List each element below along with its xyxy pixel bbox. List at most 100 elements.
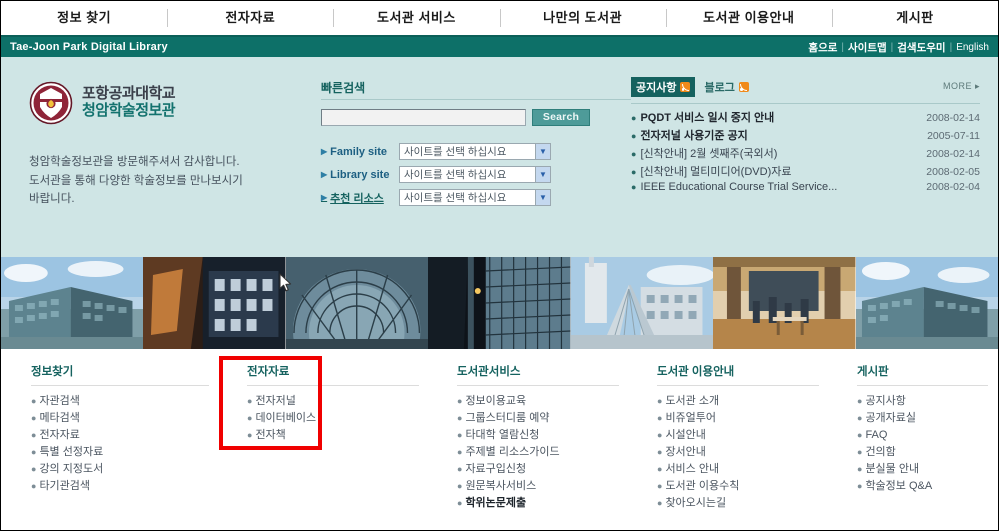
sitemap-link-label: 장서안내 bbox=[665, 446, 706, 458]
bullet-icon: ● bbox=[631, 182, 637, 192]
welcome-line-1: 청암학술정보관을 방문해주셔서 감사합니다. bbox=[29, 156, 240, 168]
sitemap-column-info-search: 정보찾기 ● 자관검색 ● 메타검색 ● 전자자료 ● 특별 선정자료 ● 강의 지정도서… bbox=[1, 363, 219, 522]
sitemap-link[interactable]: ● 장서안내 bbox=[657, 444, 829, 461]
notice-date: 2008-02-05 bbox=[926, 166, 980, 178]
bullet-icon: ● bbox=[457, 498, 463, 508]
page-root: 정보 찾기 전자자료 도서관 서비스 나만의 도서관 도서관 이용안내 게시판 … bbox=[0, 0, 999, 531]
nav-item-bulletin-board[interactable]: 게시판 bbox=[831, 1, 998, 35]
sitemap-link[interactable]: ● 공개자료실 bbox=[857, 410, 998, 427]
more-link[interactable]: MORE ▸ bbox=[943, 81, 980, 92]
sitemap-link[interactable]: ● 공지사항 bbox=[857, 393, 998, 410]
sitemap-link-label: 자료구입신청 bbox=[465, 463, 527, 475]
sitemap-link[interactable]: ● 그룹스터디룸 예약 bbox=[457, 410, 629, 427]
bullet-icon: ● bbox=[631, 131, 637, 141]
sitemap-link-label: 공개자료실 bbox=[865, 412, 917, 424]
quick-search-title: 빠른검색 bbox=[321, 81, 366, 95]
sitemap-link[interactable]: ● 서비스 안내 bbox=[657, 461, 829, 478]
notice-title: [신착안내] 2월 셋째주(국외서) bbox=[640, 148, 778, 160]
recommended-resources-dropdown[interactable]: 사이트를 선택 하십시요 ▼ bbox=[399, 189, 551, 206]
sitemap-link[interactable]: ● 전자저널 bbox=[247, 393, 429, 410]
sitemap-link[interactable]: ● 특별 선정자료 bbox=[31, 444, 219, 461]
notice-item[interactable]: ● [신착안내] 2월 셋째주(국외서) 2008-02-14 bbox=[631, 145, 980, 161]
library-site-dropdown[interactable]: 사이트를 선택 하십시요 ▼ bbox=[399, 166, 551, 183]
logo-line-library: 청암학술정보관 bbox=[82, 102, 176, 119]
sitemap-link[interactable]: ● 타기관검색 bbox=[31, 478, 219, 495]
bullet-icon: ● bbox=[457, 464, 463, 474]
bullet-icon: ● bbox=[457, 413, 463, 423]
sitemap-link[interactable]: ● 자관검색 bbox=[31, 393, 219, 410]
divider bbox=[321, 99, 631, 100]
sitemap-list: ● 전자저널 ● 데이터베이스 ● 전자책 bbox=[247, 393, 429, 444]
utility-link-english[interactable]: English bbox=[956, 42, 989, 53]
sitemap-link[interactable]: ● 메타검색 bbox=[31, 410, 219, 427]
bullet-icon: ● bbox=[857, 413, 863, 423]
bullet-icon: ● bbox=[657, 447, 663, 457]
sitemap-link[interactable]: ● 원문복사서비스 bbox=[457, 478, 629, 495]
sitemap-link[interactable]: ● 학술정보 Q&A bbox=[857, 478, 998, 495]
sitemap-link[interactable]: ● 자료구입신청 bbox=[457, 461, 629, 478]
sitemap-column-library-services: 도서관서비스 ● 정보이용교육 ● 그룹스터디룸 예약 ● 타대학 열람신청 ● 주제별… bbox=[429, 363, 629, 522]
sitemap-link[interactable]: ● 건의함 bbox=[857, 444, 998, 461]
sitemap-link-label: 자관검색 bbox=[39, 395, 80, 407]
nav-item-info-search[interactable]: 정보 찾기 bbox=[1, 1, 167, 35]
notice-column: 공지사항 블로그 MORE ▸ ● PQDT 서비스 일시 중지 안내 2008… bbox=[631, 69, 998, 257]
bullet-icon: ● bbox=[657, 481, 663, 491]
utility-link-sitemap[interactable]: 사이트맵 bbox=[848, 40, 887, 55]
tab-blog[interactable]: 블로그 bbox=[702, 77, 750, 97]
notice-item[interactable]: ● IEEE Educational Course Trial Service.… bbox=[631, 181, 980, 193]
notice-item[interactable]: ● [신착안내] 멀티미디어(DVD)자료 2008-02-05 bbox=[631, 163, 980, 179]
select-label-family-site[interactable]: ▶ Family site bbox=[321, 146, 399, 158]
logo-line-university: 포항공과대학교 bbox=[82, 85, 176, 103]
nav-item-library-services[interactable]: 도서관 서비스 bbox=[333, 1, 499, 35]
branding-column: 포항공과대학교 청암학술정보관 청암학술정보관을 방문해주셔서 감사합니다. 도… bbox=[1, 69, 321, 257]
bullet-icon: ● bbox=[31, 464, 37, 474]
select-label-text: 추천 리소스 bbox=[330, 192, 384, 205]
sitemap-link[interactable]: ● 찾아오시는길 bbox=[657, 495, 829, 512]
banner-photo-glass-dome bbox=[285, 257, 429, 349]
sitemap-link[interactable]: ● 시설안내 bbox=[657, 427, 829, 444]
select-label-library-site[interactable]: ▶ Library site bbox=[321, 169, 399, 181]
search-input[interactable] bbox=[321, 109, 526, 126]
sitemap-link-label: 시설안내 bbox=[665, 429, 706, 441]
site-logo[interactable]: 포항공과대학교 청암학술정보관 bbox=[29, 81, 321, 125]
photo-banner-strip bbox=[1, 257, 998, 349]
search-button[interactable]: Search bbox=[532, 109, 590, 126]
sitemap-link[interactable]: ● 비쥬얼투어 bbox=[657, 410, 829, 427]
sitemap-link[interactable]: ● 분실물 안내 bbox=[857, 461, 998, 478]
sitemap-list: ● 공지사항 ● 공개자료실 ● FAQ ● 건의함 ● 분실물 안내 ● 학술정보 Q&A bbox=[857, 393, 998, 495]
family-site-dropdown[interactable]: 사이트를 선택 하십시요 ▼ bbox=[399, 143, 551, 160]
sitemap-link[interactable]: ● 타대학 열람신청 bbox=[457, 427, 629, 444]
divider bbox=[247, 385, 419, 386]
sitemap-link[interactable]: ● 전자책 bbox=[247, 427, 429, 444]
welcome-line-2: 도서관을 통해 다양한 학술정보를 만나보시기 bbox=[29, 174, 243, 187]
bullet-icon: ● bbox=[31, 481, 37, 491]
sitemap-link[interactable]: ● 강의 지정도서 bbox=[31, 461, 219, 478]
bullet-icon: ● bbox=[631, 149, 637, 159]
sitemap-link-label: 건의함 bbox=[865, 446, 896, 458]
bullet-icon: ● bbox=[457, 481, 463, 491]
select-label-recommended-resources[interactable]: ▶ 추천 리소스 bbox=[321, 190, 399, 206]
sitemap-link[interactable]: ● 도서관 이용수칙 bbox=[657, 478, 829, 495]
sitemap-column-title: 도서관서비스 bbox=[457, 366, 521, 378]
notice-item[interactable]: ● PQDT 서비스 일시 중지 안내 2008-02-14 bbox=[631, 109, 980, 125]
notice-item[interactable]: ● 전자저널 사용기준 공지 2005-07-11 bbox=[631, 127, 980, 143]
sitemap-list: ● 자관검색 ● 메타검색 ● 전자자료 ● 특별 선정자료 ● 강의 지정도서 ● 타기관… bbox=[31, 393, 219, 495]
tab-notices[interactable]: 공지사항 bbox=[631, 77, 696, 97]
bullet-icon: ● bbox=[657, 413, 663, 423]
sitemap-link[interactable]: ● 주제별 리소스가이드 bbox=[457, 444, 629, 461]
triangle-right-icon: ▶ bbox=[321, 170, 328, 179]
nav-item-electronic-resources[interactable]: 전자자료 bbox=[167, 1, 333, 35]
sitemap-link[interactable]: ● 전자자료 bbox=[31, 427, 219, 444]
nav-item-library-guide[interactable]: 도서관 이용안내 bbox=[665, 1, 832, 35]
sitemap-link[interactable]: ● FAQ bbox=[857, 427, 998, 444]
sitemap-link[interactable]: ● 정보이용교육 bbox=[457, 393, 629, 410]
nav-item-my-library[interactable]: 나만의 도서관 bbox=[499, 1, 666, 35]
notice-date: 2008-02-04 bbox=[926, 181, 980, 193]
utility-link-home[interactable]: 홈으로 bbox=[808, 40, 837, 55]
sitemap-footer: 정보찾기 ● 자관검색 ● 메타검색 ● 전자자료 ● 특별 선정자료 ● 강의 지정도서… bbox=[1, 349, 998, 522]
utility-link-search-help[interactable]: 검색도우미 bbox=[897, 40, 945, 55]
sitemap-link[interactable]: ● 데이터베이스 bbox=[247, 410, 429, 427]
sitemap-link[interactable]: ● 학위논문제출 bbox=[457, 495, 629, 512]
banner-photo-library-exterior bbox=[1, 257, 144, 349]
sitemap-link[interactable]: ● 도서관 소개 bbox=[657, 393, 829, 410]
